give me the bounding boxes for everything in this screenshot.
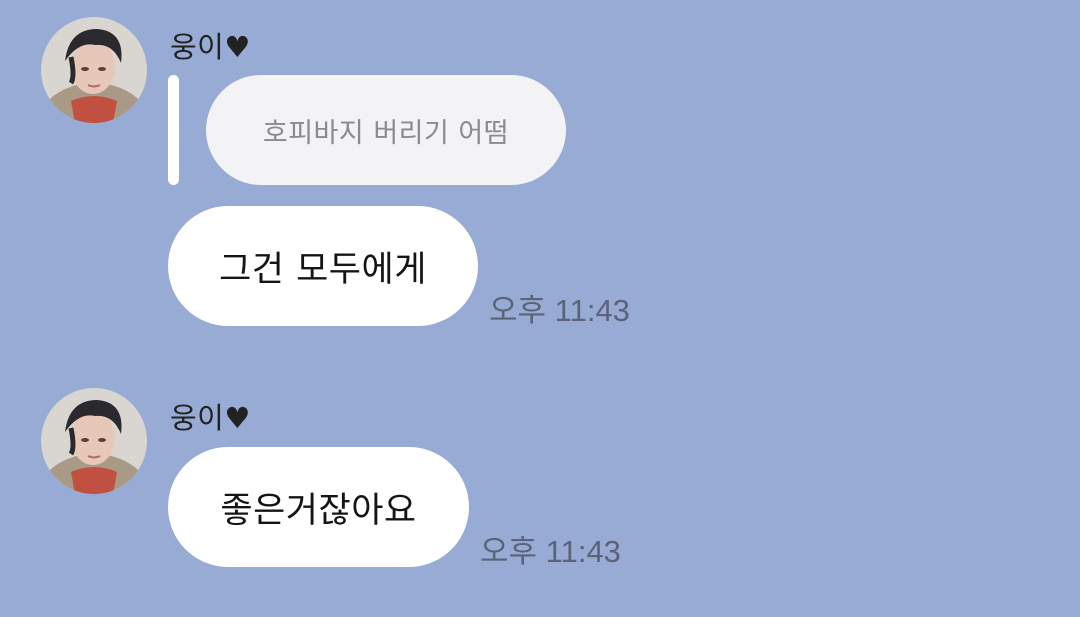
message-text: 그건 모두에게 — [219, 249, 427, 290]
sender-name: 웅이♥ — [170, 401, 251, 435]
reply-quote-bar — [168, 75, 179, 185]
profile-photo-icon — [41, 388, 147, 494]
quoted-message-bubble[interactable]: 호피바지 버리기 어떰 — [206, 75, 566, 185]
message-text: 좋은거잖아요 — [220, 490, 417, 531]
message-bubble[interactable]: 좋은거잖아요 — [168, 447, 469, 567]
profile-photo-icon — [41, 17, 147, 123]
message-timestamp: 오후 11:43 — [480, 534, 621, 569]
sender-name: 웅이♥ — [170, 30, 251, 64]
message-timestamp: 오후 11:43 — [489, 293, 630, 328]
quoted-message-text: 호피바지 버리기 어떰 — [262, 117, 510, 149]
sender-avatar[interactable] — [41, 388, 147, 494]
message-bubble[interactable]: 그건 모두에게 — [168, 206, 478, 326]
sender-avatar[interactable] — [41, 17, 147, 123]
